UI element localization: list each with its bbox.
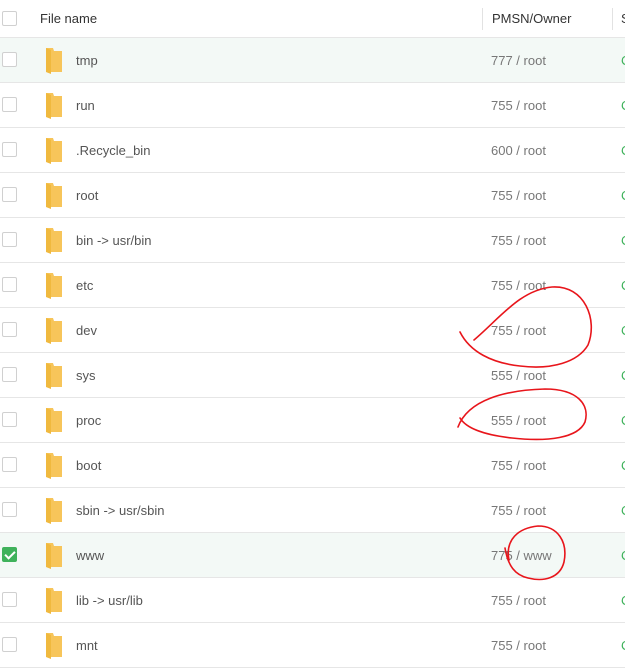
column-header-next[interactable]: S: [621, 0, 625, 38]
file-name[interactable]: bin -> usr/bin: [76, 218, 152, 263]
folder-icon: [46, 453, 62, 479]
row-checkbox[interactable]: [2, 97, 17, 112]
table-row[interactable]: sbin -> usr/sbin 755 / root C: [0, 488, 625, 533]
file-name[interactable]: lib -> usr/lib: [76, 578, 143, 623]
folder-icon: [46, 93, 62, 119]
file-name[interactable]: run: [76, 83, 95, 128]
file-status: C: [621, 578, 625, 623]
folder-icon: [46, 363, 62, 389]
folder-icon: [46, 48, 62, 74]
folder-icon: [46, 633, 62, 659]
row-checkbox[interactable]: [2, 547, 17, 562]
row-checkbox[interactable]: [2, 232, 17, 247]
table-row[interactable]: www 775 / www C: [0, 533, 625, 578]
file-name[interactable]: etc: [76, 263, 93, 308]
row-checkbox[interactable]: [2, 52, 17, 67]
folder-icon: [46, 138, 62, 164]
table-row[interactable]: .Recycle_bin 600 / root C: [0, 128, 625, 173]
file-status: C: [621, 353, 625, 398]
row-checkbox[interactable]: [2, 637, 17, 652]
file-name[interactable]: dev: [76, 308, 97, 353]
column-divider[interactable]: [612, 8, 613, 30]
row-checkbox[interactable]: [2, 187, 17, 202]
table-row[interactable]: dev 755 / root C: [0, 308, 625, 353]
table-row[interactable]: tmp 777 / root C: [0, 38, 625, 83]
table-header: File name PMSN/Owner S: [0, 0, 625, 38]
file-name[interactable]: mnt: [76, 623, 98, 668]
file-status: C: [621, 173, 625, 218]
file-name[interactable]: tmp: [76, 38, 98, 83]
file-status: C: [621, 623, 625, 668]
file-permissions[interactable]: 755 / root: [491, 173, 546, 218]
file-name[interactable]: sbin -> usr/sbin: [76, 488, 165, 533]
file-permissions[interactable]: 755 / root: [491, 488, 546, 533]
file-status: C: [621, 398, 625, 443]
folder-icon: [46, 183, 62, 209]
file-status: C: [621, 83, 625, 128]
row-checkbox[interactable]: [2, 592, 17, 607]
folder-icon: [46, 543, 62, 569]
table-row[interactable]: proc 555 / root C: [0, 398, 625, 443]
file-name[interactable]: boot: [76, 443, 101, 488]
table-row[interactable]: boot 755 / root C: [0, 443, 625, 488]
file-status: C: [621, 443, 625, 488]
file-permissions[interactable]: 775 / www: [491, 533, 552, 578]
table-row[interactable]: etc 755 / root C: [0, 263, 625, 308]
column-header-permissions[interactable]: PMSN/Owner: [492, 0, 571, 38]
file-status: C: [621, 128, 625, 173]
file-permissions[interactable]: 755 / root: [491, 308, 546, 353]
file-name[interactable]: sys: [76, 353, 96, 398]
table-row[interactable]: lib -> usr/lib 755 / root C: [0, 578, 625, 623]
file-permissions[interactable]: 777 / root: [491, 38, 546, 83]
row-checkbox[interactable]: [2, 322, 17, 337]
row-checkbox[interactable]: [2, 277, 17, 292]
file-permissions[interactable]: 755 / root: [491, 263, 546, 308]
file-status: C: [621, 38, 625, 83]
file-table: File name PMSN/Owner S tmp 777 / root C …: [0, 0, 625, 668]
file-name[interactable]: proc: [76, 398, 101, 443]
file-permissions[interactable]: 755 / root: [491, 218, 546, 263]
file-permissions[interactable]: 755 / root: [491, 623, 546, 668]
file-status: C: [621, 488, 625, 533]
folder-icon: [46, 588, 62, 614]
file-name[interactable]: root: [76, 173, 98, 218]
file-name[interactable]: www: [76, 533, 104, 578]
folder-icon: [46, 273, 62, 299]
row-checkbox[interactable]: [2, 142, 17, 157]
column-divider[interactable]: [482, 8, 483, 30]
file-status: C: [621, 263, 625, 308]
row-checkbox[interactable]: [2, 502, 17, 517]
row-checkbox[interactable]: [2, 412, 17, 427]
table-row[interactable]: root 755 / root C: [0, 173, 625, 218]
folder-icon: [46, 318, 62, 344]
file-status: C: [621, 218, 625, 263]
table-row[interactable]: bin -> usr/bin 755 / root C: [0, 218, 625, 263]
folder-icon: [46, 408, 62, 434]
row-checkbox[interactable]: [2, 367, 17, 382]
file-permissions[interactable]: 755 / root: [491, 578, 546, 623]
file-permissions[interactable]: 555 / root: [491, 398, 546, 443]
column-header-name[interactable]: File name: [40, 0, 97, 38]
row-checkbox[interactable]: [2, 457, 17, 472]
folder-icon: [46, 498, 62, 524]
folder-icon: [46, 228, 62, 254]
table-row[interactable]: mnt 755 / root C: [0, 623, 625, 668]
file-permissions[interactable]: 755 / root: [491, 443, 546, 488]
select-all-checkbox[interactable]: [2, 10, 17, 26]
file-status: C: [621, 308, 625, 353]
table-row[interactable]: run 755 / root C: [0, 83, 625, 128]
file-permissions[interactable]: 555 / root: [491, 353, 546, 398]
file-name[interactable]: .Recycle_bin: [76, 128, 150, 173]
file-permissions[interactable]: 600 / root: [491, 128, 546, 173]
file-status: C: [621, 533, 625, 578]
file-permissions[interactable]: 755 / root: [491, 83, 546, 128]
table-row[interactable]: sys 555 / root C: [0, 353, 625, 398]
